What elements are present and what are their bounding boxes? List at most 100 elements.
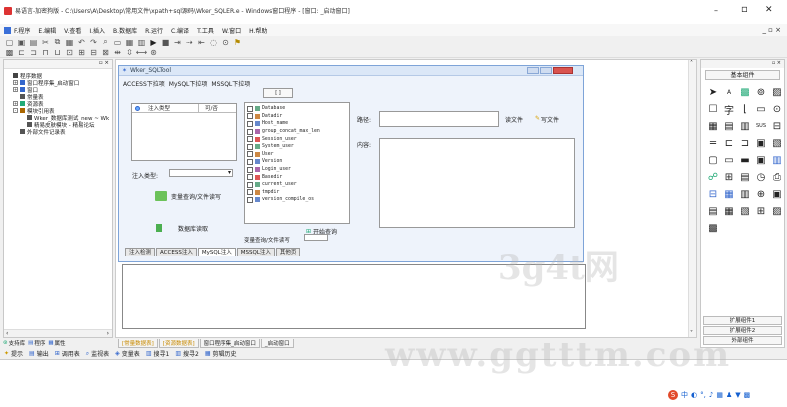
option-icon[interactable]: ⊙ bbox=[770, 102, 784, 116]
align-center-icon[interactable]: ⊐ bbox=[28, 47, 39, 58]
ime-logo-icon[interactable]: S bbox=[668, 390, 678, 400]
checkbox-icon[interactable]: ☐ bbox=[706, 102, 720, 116]
timer-icon[interactable]: ⊐ bbox=[738, 136, 752, 150]
design-tab[interactable]: ACCESS注入 bbox=[156, 248, 197, 256]
design-tab[interactable]: 注入检测 bbox=[125, 248, 156, 256]
align-left-icon[interactable]: ⊏ bbox=[16, 47, 27, 58]
design-tab[interactable]: MSSQL注入 bbox=[236, 248, 275, 256]
ime-grid-icon[interactable]: ▩ bbox=[744, 391, 751, 399]
socket-icon[interactable]: ⊕ bbox=[754, 187, 768, 201]
scroll-left-icon[interactable]: ‹ bbox=[6, 330, 8, 337]
tab-support-lib[interactable]: ⊛ 支持库 bbox=[3, 339, 25, 347]
checkbox[interactable] bbox=[247, 181, 253, 188]
output-tab[interactable]: ✦ 提示 bbox=[4, 349, 23, 358]
grid-icon[interactable]: ▦ bbox=[124, 37, 135, 48]
space-v-icon[interactable]: ⇳ bbox=[124, 47, 135, 58]
slider-icon[interactable]: ⊏ bbox=[722, 136, 736, 150]
menu-item[interactable]: B.数据库 bbox=[113, 26, 137, 35]
menu-item[interactable]: C.编译 bbox=[171, 26, 189, 35]
db-item[interactable]: System_user bbox=[247, 143, 347, 151]
palette-footer-tab[interactable]: 扩展组件2 bbox=[703, 326, 782, 335]
open-file-icon[interactable]: ▣ bbox=[16, 37, 27, 48]
text-icon[interactable]: 字 bbox=[722, 102, 736, 117]
layout-icon[interactable]: ▥ bbox=[136, 37, 147, 48]
tree-expander-icon[interactable]: + bbox=[13, 80, 18, 85]
redo-icon[interactable]: ↷ bbox=[88, 37, 99, 48]
copy-icon[interactable]: ⧉ bbox=[52, 37, 63, 48]
left-scrollbar[interactable]: ‹ › bbox=[4, 329, 112, 337]
pointer-icon[interactable]: ➤ bbox=[706, 85, 720, 99]
menu-item[interactable]: T.工具 bbox=[197, 26, 214, 35]
inject-type-select[interactable]: ▾ bbox=[169, 169, 233, 177]
db-item-list[interactable]: Database Datadir Host_name group_concat_max… bbox=[244, 102, 350, 224]
checkbox[interactable] bbox=[247, 174, 253, 181]
tree-icon[interactable]: ▥ bbox=[770, 153, 784, 167]
palette-controls[interactable]: ▫ × bbox=[772, 60, 781, 66]
same-size-icon[interactable]: ⊠ bbox=[100, 47, 111, 58]
run-icon[interactable]: ▶ bbox=[148, 37, 159, 48]
tree-item[interactable]: 常量表 bbox=[6, 93, 110, 101]
table-icon[interactable]: ▦ bbox=[706, 119, 720, 133]
db-item[interactable]: Login_user bbox=[247, 166, 347, 174]
checkbox[interactable] bbox=[247, 136, 253, 143]
checkbox[interactable] bbox=[247, 196, 253, 203]
status-bar-icon[interactable]: ▣ bbox=[754, 153, 768, 167]
breakpoint-icon[interactable]: ◌ bbox=[208, 37, 219, 48]
design-tab[interactable]: MySQL注入 bbox=[197, 248, 236, 256]
grid-control-icon[interactable]: ▦ bbox=[722, 187, 736, 201]
menu-item[interactable]: W.窗口 bbox=[222, 26, 241, 35]
query-grid-icon[interactable]: ▦ bbox=[722, 204, 736, 218]
editor-tab[interactable]: [资源数据表] bbox=[158, 338, 199, 348]
ole-icon[interactable]: ▧ bbox=[738, 204, 752, 218]
close-button[interactable]: ✕ bbox=[765, 5, 773, 15]
header-button[interactable]: [ ] bbox=[263, 88, 293, 98]
minimize-button[interactable]: – bbox=[714, 6, 718, 15]
align-bottom-icon[interactable]: ⊡ bbox=[64, 47, 75, 58]
design-max-button[interactable] bbox=[540, 67, 552, 74]
label-icon[interactable]: A bbox=[722, 85, 736, 99]
paste-icon[interactable]: ▦ bbox=[64, 37, 75, 48]
misc-icon[interactable]: ▨ bbox=[770, 204, 784, 218]
output-tab[interactable]: ⊞ 调用表 bbox=[55, 349, 80, 358]
undo-icon[interactable]: ↶ bbox=[76, 37, 87, 48]
ime-mic-icon[interactable]: ♪ bbox=[709, 391, 713, 399]
db-item[interactable]: version_compile_os bbox=[247, 196, 347, 204]
db-item[interactable]: tmpdir bbox=[247, 189, 347, 197]
tree-expander-icon[interactable]: - bbox=[13, 108, 18, 113]
menu-item[interactable]: F.程序 bbox=[14, 26, 30, 35]
step-icon[interactable]: ⇥ bbox=[172, 37, 183, 48]
clock-icon[interactable]: ◷ bbox=[754, 170, 768, 184]
save-icon[interactable]: ▤ bbox=[28, 37, 39, 48]
db-item[interactable]: Basedir bbox=[247, 173, 347, 181]
center-h-icon[interactable]: ⟷ bbox=[136, 47, 147, 58]
checkbox[interactable] bbox=[247, 113, 253, 120]
output-tab[interactable]: ◈ 变量表 bbox=[115, 349, 140, 358]
editor-tab[interactable]: [常量数据表] bbox=[118, 338, 158, 348]
same-width-icon[interactable]: ⊞ bbox=[76, 47, 87, 58]
ime-chinese-icon[interactable]: 中 bbox=[681, 390, 688, 400]
menu-icon[interactable]: ▭ bbox=[722, 153, 736, 167]
read-file-button[interactable]: 读文件 bbox=[505, 115, 523, 124]
compile-icon[interactable]: ⚑ bbox=[232, 37, 243, 48]
network-icon[interactable]: ☍ bbox=[706, 170, 720, 184]
align-grid-icon[interactable]: ▩ bbox=[4, 47, 15, 58]
db-item[interactable]: User bbox=[247, 151, 347, 159]
scroll-icon[interactable]: ⊟ bbox=[770, 119, 784, 133]
watch-icon[interactable]: ⊙ bbox=[220, 37, 231, 48]
db-item[interactable]: Database bbox=[247, 105, 347, 113]
dll-icon[interactable]: ⊞ bbox=[754, 204, 768, 218]
tree-item[interactable]: + 窗口 bbox=[6, 86, 110, 94]
ime-keyboard-icon[interactable]: ▦ bbox=[716, 391, 723, 399]
menu-item[interactable]: E.编辑 bbox=[38, 26, 56, 35]
checkbox[interactable] bbox=[247, 189, 253, 196]
underline-icon[interactable]: ⌊ bbox=[738, 102, 752, 116]
ime-moon-icon[interactable]: ◐ bbox=[691, 391, 697, 399]
checkbox[interactable] bbox=[247, 151, 253, 158]
frame2-icon[interactable]: ▣ bbox=[770, 187, 784, 201]
design-tab[interactable]: 其他页 bbox=[275, 248, 301, 256]
path-input[interactable] bbox=[379, 111, 499, 127]
maximize-button[interactable]: ▫ bbox=[741, 4, 748, 15]
rich-edit-icon[interactable]: ⊞ bbox=[722, 170, 736, 184]
form-icon[interactable]: ⊟ bbox=[706, 187, 720, 201]
db-item[interactable]: current_user bbox=[247, 181, 347, 189]
